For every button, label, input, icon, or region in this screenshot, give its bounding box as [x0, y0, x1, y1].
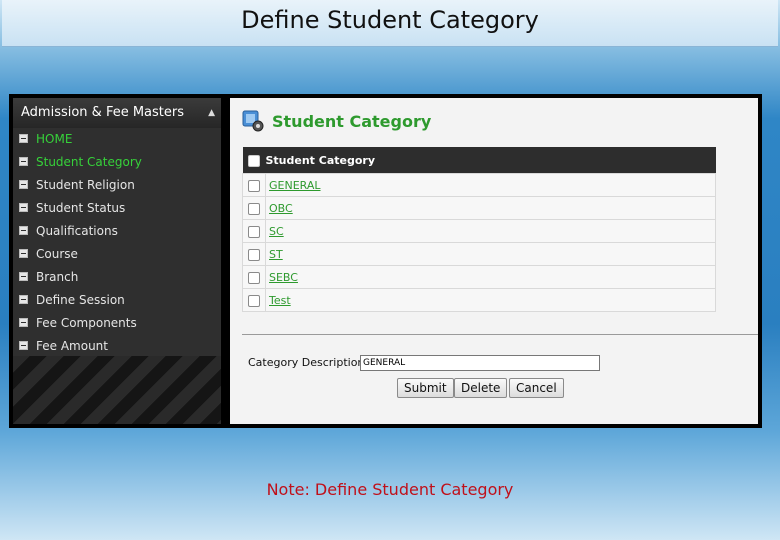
sidebar-item-branch[interactable]: Branch: [13, 266, 221, 289]
category-link[interactable]: Test: [266, 294, 291, 307]
menu-bullet-icon: [19, 157, 28, 166]
sidebar-header-label: Admission & Fee Masters: [21, 105, 185, 120]
category-cell: ST: [265, 242, 716, 266]
slide-note: Note: Define Student Category: [266, 480, 514, 499]
cancel-button[interactable]: Cancel: [509, 378, 564, 398]
page-title: Student Category: [272, 112, 432, 131]
menu-bullet-icon: [19, 341, 28, 350]
select-all-cell: [242, 147, 266, 174]
sidebar-item-student-category[interactable]: Student Category: [13, 151, 221, 174]
menu-bullet-icon: [19, 249, 28, 258]
category-cell: Test: [265, 288, 716, 312]
menu-bullet-icon: [19, 180, 28, 189]
menu-bullet-icon: [19, 226, 28, 235]
row-checkbox-cell: [242, 196, 266, 220]
sidebar-header[interactable]: Admission & Fee Masters ▲: [13, 98, 221, 128]
sidebar-item-label: Student Religion: [36, 178, 135, 192]
category-cell: SEBC: [265, 265, 716, 289]
row-checkbox[interactable]: [248, 202, 260, 215]
sidebar-item-label: Branch: [36, 270, 79, 284]
category-cell: GENERAL: [265, 173, 716, 197]
select-all-checkbox[interactable]: [248, 154, 260, 167]
delete-button[interactable]: Delete: [454, 378, 508, 398]
category-gear-icon: [242, 110, 264, 132]
category-cell: SC: [265, 219, 716, 243]
sidebar-item-fee-amount[interactable]: Fee Amount: [13, 335, 221, 358]
sidebar-item-student-religion[interactable]: Student Religion: [13, 174, 221, 197]
app-screen: Admission & Fee Masters ▲ HOME Student C…: [9, 94, 762, 428]
column-header-student-category: Student Category: [265, 147, 716, 174]
row-checkbox-cell: [242, 265, 266, 289]
sidebar-item-course[interactable]: Course: [13, 243, 221, 266]
sidebar-item-label: HOME: [36, 132, 73, 146]
category-cell: OBC: [265, 196, 716, 220]
category-link[interactable]: GENERAL: [266, 179, 321, 192]
category-description-input[interactable]: [360, 355, 600, 371]
row-checkbox[interactable]: [248, 225, 260, 238]
menu-bullet-icon: [19, 272, 28, 281]
row-checkbox[interactable]: [248, 294, 260, 307]
table-row: OBC: [242, 196, 716, 220]
slide-title: Define Student Category: [241, 6, 539, 34]
sidebar-item-define-session[interactable]: Define Session: [13, 289, 221, 312]
row-checkbox[interactable]: [248, 248, 260, 261]
sidebar-item-label: Fee Components: [36, 316, 137, 330]
row-checkbox[interactable]: [248, 179, 260, 192]
row-checkbox-cell: [242, 219, 266, 243]
row-checkbox-cell: [242, 288, 266, 312]
category-description-label: Category Description:: [248, 356, 369, 369]
table-row: SEBC: [242, 265, 716, 289]
sidebar-item-label: Fee Amount: [36, 339, 108, 353]
submit-button[interactable]: Submit: [397, 378, 454, 398]
row-checkbox-cell: [242, 173, 266, 197]
slide-title-bar: Define Student Category: [2, 0, 778, 47]
sidebar-background-pattern: [13, 356, 221, 424]
sidebar-item-fee-components[interactable]: Fee Components: [13, 312, 221, 335]
menu-bullet-icon: [19, 134, 28, 143]
menu-bullet-icon: [19, 295, 28, 304]
category-link[interactable]: SC: [266, 225, 284, 238]
sidebar: Admission & Fee Masters ▲ HOME Student C…: [13, 98, 221, 356]
sidebar-item-label: Student Category: [36, 155, 142, 169]
row-checkbox[interactable]: [248, 271, 260, 284]
collapse-caret-icon[interactable]: ▲: [208, 98, 215, 128]
sidebar-item-label: Define Session: [36, 293, 125, 307]
table-header-row: Student Category: [242, 147, 716, 174]
sidebar-item-label: Qualifications: [36, 224, 118, 238]
table-row: Test: [242, 288, 716, 312]
table-row: ST: [242, 242, 716, 266]
sidebar-item-qualifications[interactable]: Qualifications: [13, 220, 221, 243]
table-row: SC: [242, 219, 716, 243]
sidebar-menu: Admission & Fee Masters ▲ HOME Student C…: [13, 98, 221, 356]
category-table: Student Category GENERAL OBC SC ST SEBC …: [242, 147, 716, 312]
sidebar-item-home[interactable]: HOME: [13, 128, 221, 151]
category-link[interactable]: OBC: [266, 202, 293, 215]
table-row: GENERAL: [242, 173, 716, 197]
sidebar-item-label: Course: [36, 247, 78, 261]
category-link[interactable]: ST: [266, 248, 283, 261]
form-divider: [242, 334, 758, 335]
menu-bullet-icon: [19, 318, 28, 327]
menu-bullet-icon: [19, 203, 28, 212]
row-checkbox-cell: [242, 242, 266, 266]
content-panel: Student Category Student Category GENERA…: [230, 98, 758, 424]
category-link[interactable]: SEBC: [266, 271, 298, 284]
sidebar-item-student-status[interactable]: Student Status: [13, 197, 221, 220]
sidebar-item-label: Student Status: [36, 201, 126, 215]
